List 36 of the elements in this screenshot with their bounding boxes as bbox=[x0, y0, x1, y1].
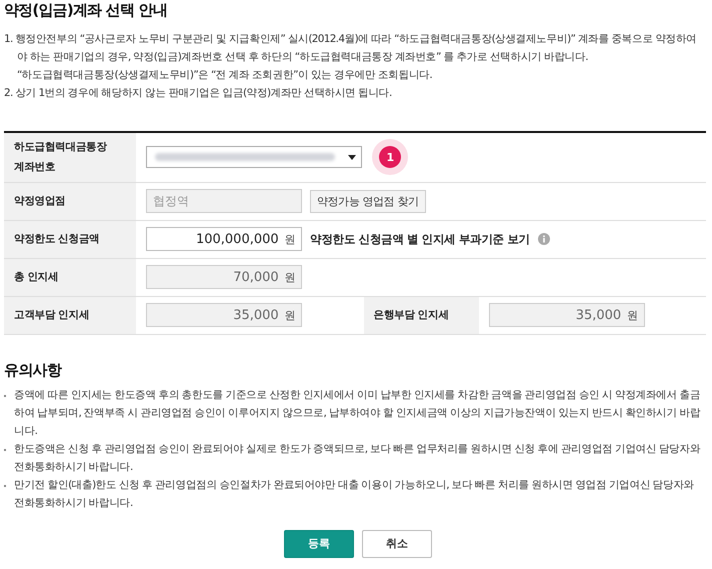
input-field[interactable]: 100,000,000 bbox=[153, 232, 279, 246]
guide-text: 2. 상기 1번의 경우에 해당하지 않는 판매기업은 입금(약정)계좌만 선택하시면 됩니다. bbox=[4, 86, 393, 101]
cancel-button[interactable]: 취소 bbox=[362, 530, 432, 558]
text-field[interactable]: 협정역 bbox=[146, 189, 302, 213]
account-select[interactable] bbox=[146, 146, 362, 168]
unit-label: 원 bbox=[284, 308, 295, 322]
input-field[interactable]: 협정역 bbox=[153, 194, 295, 208]
input-field[interactable]: 70,000 bbox=[153, 270, 279, 284]
text-field[interactable]: 35,000 원 bbox=[146, 303, 302, 327]
field-label: 총 인지세 bbox=[4, 258, 136, 296]
text-field[interactable]: 100,000,000 원 bbox=[146, 227, 302, 251]
submit-button[interactable]: 등록 bbox=[284, 530, 354, 558]
criteria-link[interactable]: 약정한도 신청금액 별 인지세 부과기준 보기 bbox=[310, 232, 530, 246]
unit-label: 원 bbox=[284, 232, 295, 246]
field-label: 하도급협력대금통장 계좌번호 bbox=[4, 132, 136, 182]
caret-icon bbox=[348, 154, 356, 160]
input-field[interactable]: 35,000 bbox=[153, 308, 279, 322]
unit-label: 원 bbox=[627, 308, 638, 322]
note-item: 만기전 할인(대출)한도 신청 후 관리영업점의 승인절차가 완료되어야만 대출 이용이 가능하오니, 보다 빠른 처리를 원하시면 영업점 기업여신 담당자와 전화통화하시기 바랍니다. bbox=[4, 476, 706, 512]
field-label: 은행부담 인지세 bbox=[364, 296, 478, 334]
text-field[interactable]: 70,000 원 bbox=[146, 265, 302, 289]
note-item: 한도증액은 신청 후 관리영업점 승인이 완료되어야 실제로 한도가 증액되므로, 보다 빠른 업무처리를 원하시면 신청 후에 관리영업점 기업여신 담당자와 전화통화하시기 바랍니다. bbox=[4, 440, 706, 476]
unit-label: 원 bbox=[284, 270, 295, 284]
step-badge: 1 bbox=[379, 146, 401, 168]
guide-text: 1. 행정안전부의 “공사근로자 노무비 구분관리 및 지급확인제” 실시(2012.4월)에 따라 “하도급협력대금통장(상생결제노무비)” 계좌를 중복으로 약정하여야 하는 판매기업의 경우, 약정(입금)계좌번호 선택 후 하단의 “하도급협력대금통장 계좌번호” 를 추가로 선택하시기 바랍니다. bbox=[4, 32, 698, 65]
field-label: 약정한도 신청금액 bbox=[4, 220, 136, 258]
input-field[interactable]: 35,000 bbox=[496, 308, 622, 322]
page-title: 약정(입금)계좌 선택 안내 bbox=[4, 0, 168, 20]
note-item: 증액에 따른 인지세는 한도증액 후의 총한도를 기준으로 산정한 인지세에서 이미 납부한 인지세를 차감한 금액을 관리영업점 승인 시 약정계좌에서 출금하여 납부되며, 잔액부족 시 관리영업점 승인이 이루어지지 않으므로, 납부하여야 할 인지세금액 이상의 지급가능잔액이 있는지 반드시 확인하시기 바랍니다. bbox=[4, 386, 706, 440]
field-label: 약정영업점 bbox=[4, 182, 136, 220]
info-icon[interactable] bbox=[538, 233, 550, 245]
notes-title: 유의사항 bbox=[4, 360, 63, 380]
text-field[interactable]: 35,000 원 bbox=[488, 303, 644, 327]
field-label: 고객부담 인지세 bbox=[4, 296, 136, 334]
find-branch-button[interactable]: 약정가능 영업점 찾기 bbox=[310, 190, 426, 212]
guide-note: “하도급협력대금통장(상생결제노무비)”은 “전 계좌 조회권한”이 있는 경우에만 조회됩니다. bbox=[16, 68, 434, 83]
